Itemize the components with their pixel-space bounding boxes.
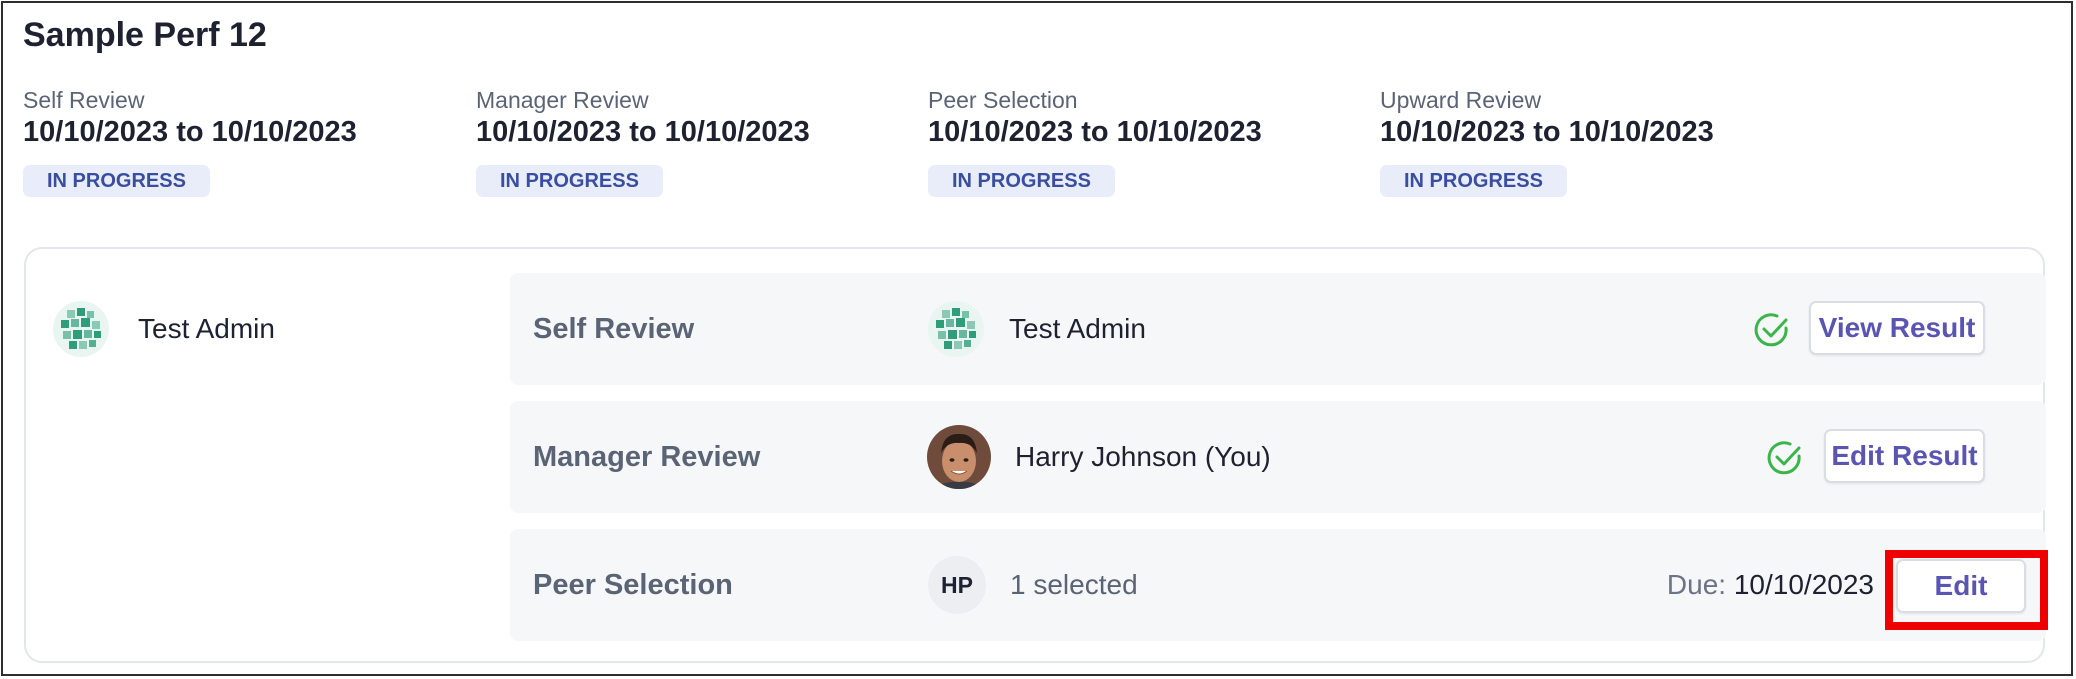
org-globe-avatar-icon	[927, 300, 985, 358]
check-circle-icon	[1753, 311, 1791, 349]
status-badge: IN PROGRESS	[1380, 165, 1567, 197]
view-result-button[interactable]: View Result	[1809, 301, 1985, 355]
stage-manager-review: Manager Review 10/10/2023 to 10/10/2023 …	[476, 86, 916, 197]
selected-count: 1 selected	[1010, 569, 1138, 600]
due-date-value: 10/10/2023	[1733, 569, 1874, 600]
person-name: Test Admin	[1009, 313, 1146, 344]
stage-label: Manager Review	[476, 87, 649, 113]
stage-label: Peer Selection	[928, 87, 1078, 113]
review-row-peer-selection: Peer Selection HP 1 selected Due: 10/10/…	[510, 529, 2046, 641]
due-label: Due:	[1666, 569, 1727, 600]
person-photo-avatar-icon	[927, 425, 991, 489]
check-circle-icon	[1766, 439, 1804, 477]
row-label: Self Review	[533, 313, 695, 345]
review-row-self: Self Review Test Admin View Result	[510, 273, 2046, 385]
stage-label: Self Review	[23, 87, 145, 113]
org-globe-avatar-icon	[52, 300, 110, 358]
initials-avatar: HP	[928, 556, 986, 614]
stage-upward-review: Upward Review 10/10/2023 to 10/10/2023 I…	[1380, 86, 1820, 197]
reviewee-name: Test Admin	[138, 313, 275, 344]
stage-self-review: Self Review 10/10/2023 to 10/10/2023 IN …	[23, 86, 463, 197]
person-name: Harry Johnson (You)	[1015, 441, 1271, 472]
edit-result-button[interactable]: Edit Result	[1824, 429, 1985, 483]
reviewee: Test Admin	[52, 300, 275, 358]
review-row-manager: Manager Review Harry Johnson (You) Edit …	[510, 401, 2046, 513]
highlight-box	[1885, 550, 2048, 630]
row-label: Manager Review	[533, 441, 761, 473]
page-title: Sample Perf 12	[23, 16, 267, 54]
status-badge: IN PROGRESS	[476, 165, 663, 197]
due-date: Due: 10/10/2023	[1667, 529, 1874, 641]
stage-peer-selection: Peer Selection 10/10/2023 to 10/10/2023 …	[928, 86, 1368, 197]
stage-dates: 10/10/2023 to 10/10/2023	[928, 116, 1262, 148]
status-badge: IN PROGRESS	[23, 165, 210, 197]
stage-dates: 10/10/2023 to 10/10/2023	[476, 116, 810, 148]
stage-label: Upward Review	[1380, 87, 1542, 113]
row-person: HP 1 selected	[928, 529, 1138, 641]
status-badge: IN PROGRESS	[928, 165, 1115, 197]
row-label: Peer Selection	[533, 569, 733, 601]
row-person: Harry Johnson (You)	[927, 401, 1271, 513]
row-person: Test Admin	[927, 273, 1146, 385]
stage-dates: 10/10/2023 to 10/10/2023	[1380, 116, 1714, 148]
stage-dates: 10/10/2023 to 10/10/2023	[23, 116, 357, 148]
